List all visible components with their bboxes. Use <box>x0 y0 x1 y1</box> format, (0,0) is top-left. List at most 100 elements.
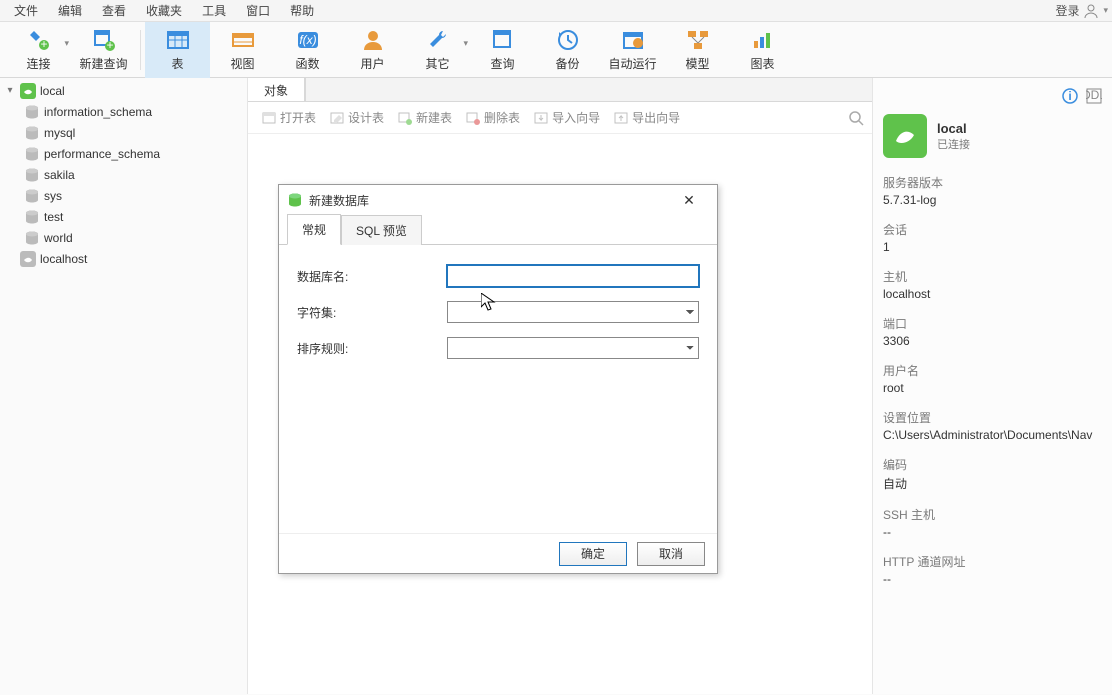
dialog-titlebar[interactable]: 新建数据库 ✕ <box>279 185 717 215</box>
new-query-icon: + <box>91 27 117 53</box>
tree-db-label: information_schema <box>44 105 152 119</box>
export-wizard-button[interactable]: 导出向导 <box>608 105 686 130</box>
info-user-key: 用户名 <box>883 362 1102 379</box>
menu-tools[interactable]: 工具 <box>192 0 236 21</box>
info-http-key: HTTP 通道网址 <box>883 553 1102 570</box>
info-icon[interactable]: i <box>1062 88 1078 104</box>
db-name-input[interactable] <box>447 265 699 287</box>
import-wizard-button[interactable]: 导入向导 <box>528 105 606 130</box>
tree-db-label: mysql <box>44 126 75 140</box>
query-icon <box>490 27 516 53</box>
toolbar-view[interactable]: 视图 <box>210 22 275 78</box>
main-toolbar: + 连接 ▾ + 新建查询 表 视图 f(x) 函数 用户 其它 ▾ 查询 备份… <box>0 22 1112 78</box>
database-icon <box>24 167 40 183</box>
tree-db-mysql[interactable]: mysql <box>0 122 247 143</box>
dialog-tab-sql-preview[interactable]: SQL 预览 <box>341 215 422 245</box>
toolbar-other[interactable]: 其它 ▾ <box>405 22 470 78</box>
search-icon[interactable] <box>848 110 864 126</box>
toolbar-function[interactable]: f(x) 函数 <box>275 22 340 78</box>
dialog-tab-general[interactable]: 常规 <box>287 214 341 245</box>
ddl-icon[interactable]: DDL <box>1086 88 1102 104</box>
export-wizard-label: 导出向导 <box>632 109 680 126</box>
tree-db-performance-schema[interactable]: performance_schema <box>0 143 247 164</box>
toolbar-backup-label: 备份 <box>555 55 579 72</box>
connection-tree: ▾ local information_schema mysql perform… <box>0 78 248 694</box>
info-session-key: 会话 <box>883 221 1102 238</box>
info-loc-value: C:\Users\Administrator\Documents\Nav <box>883 428 1102 442</box>
toolbar-chart[interactable]: 图表 <box>730 22 795 78</box>
toolbar-view-label: 视图 <box>230 55 254 72</box>
tree-db-information-schema[interactable]: information_schema <box>0 101 247 122</box>
collapse-icon[interactable]: ▾ <box>4 85 16 96</box>
database-icon <box>24 125 40 141</box>
close-button[interactable]: ✕ <box>669 192 709 209</box>
delete-table-button[interactable]: 删除表 <box>460 105 526 130</box>
tab-objects[interactable]: 对象 <box>248 78 305 101</box>
tree-db-sakila[interactable]: sakila <box>0 164 247 185</box>
toolbar-autorun-label: 自动运行 <box>608 55 656 72</box>
database-icon <box>24 104 40 120</box>
toolbar-autorun[interactable]: 自动运行 <box>600 22 665 78</box>
mysql-logo-icon <box>883 114 927 158</box>
info-panel: i DDL local 已连接 服务器版本5.7.31-log 会话1 主机lo… <box>872 78 1112 694</box>
open-table-label: 打开表 <box>280 109 316 126</box>
toolbar-table[interactable]: 表 <box>145 22 210 78</box>
toolbar-model[interactable]: 模型 <box>665 22 730 78</box>
tree-db-world[interactable]: world <box>0 227 247 248</box>
info-http-value: -- <box>883 572 1102 586</box>
tree-db-test[interactable]: test <box>0 206 247 227</box>
menu-edit[interactable]: 编辑 <box>48 0 92 21</box>
toolbar-chart-label: 图表 <box>750 55 774 72</box>
info-enc-value: 自动 <box>883 475 1102 492</box>
svg-text:f(x): f(x) <box>299 33 316 47</box>
menu-fav[interactable]: 收藏夹 <box>136 0 192 21</box>
table-icon <box>165 27 191 53</box>
info-connection-name: local <box>937 121 970 136</box>
cursor-icon <box>481 293 497 313</box>
function-icon: f(x) <box>295 27 321 53</box>
cancel-button[interactable]: 取消 <box>637 542 705 566</box>
new-table-button[interactable]: 新建表 <box>392 105 458 130</box>
model-icon <box>685 27 711 53</box>
toolbar-table-label: 表 <box>171 55 183 72</box>
toolbar-query[interactable]: 查询 <box>470 22 535 78</box>
info-port-value: 3306 <box>883 334 1102 348</box>
dialog-title: 新建数据库 <box>309 192 669 209</box>
tree-connection-local[interactable]: ▾ local <box>0 80 247 101</box>
tree-connection-label: localhost <box>40 252 87 266</box>
tree-connection-localhost[interactable]: localhost <box>0 248 247 269</box>
toolbar-user[interactable]: 用户 <box>340 22 405 78</box>
info-server-ver-key: 服务器版本 <box>883 174 1102 191</box>
chart-icon <box>750 27 776 53</box>
toolbar-new-query[interactable]: + 新建查询 <box>71 22 136 78</box>
tree-db-label: sakila <box>44 168 75 182</box>
dialog-body: 数据库名: 字符集: 排序规则: <box>279 245 717 533</box>
open-table-button[interactable]: 打开表 <box>256 105 322 130</box>
menu-help[interactable]: 帮助 <box>280 0 324 21</box>
collation-select[interactable] <box>447 337 699 359</box>
database-icon <box>24 209 40 225</box>
menu-view[interactable]: 查看 <box>92 0 136 21</box>
tree-db-label: world <box>44 231 73 245</box>
info-connection-status: 已连接 <box>937 136 970 152</box>
tree-db-sys[interactable]: sys <box>0 185 247 206</box>
design-table-button[interactable]: 设计表 <box>324 105 390 130</box>
login-link[interactable]: 登录 ▾ <box>1055 2 1108 19</box>
view-icon <box>230 27 256 53</box>
charset-label: 字符集: <box>297 304 447 321</box>
toolbar-connect[interactable]: + 连接 ▾ <box>6 22 71 78</box>
tab-search-area[interactable] <box>305 78 872 101</box>
connection-active-icon <box>20 83 36 99</box>
info-host-key: 主机 <box>883 268 1102 285</box>
toolbar-model-label: 模型 <box>685 55 709 72</box>
menu-file[interactable]: 文件 <box>4 0 48 21</box>
ok-button[interactable]: 确定 <box>559 542 627 566</box>
backup-icon <box>555 27 581 53</box>
object-tabs: 对象 <box>248 78 872 102</box>
database-icon <box>24 146 40 162</box>
toolbar-backup[interactable]: 备份 <box>535 22 600 78</box>
database-icon <box>24 230 40 246</box>
menu-window[interactable]: 窗口 <box>236 0 280 21</box>
info-enc-key: 编码 <box>883 456 1102 473</box>
import-wizard-label: 导入向导 <box>552 109 600 126</box>
